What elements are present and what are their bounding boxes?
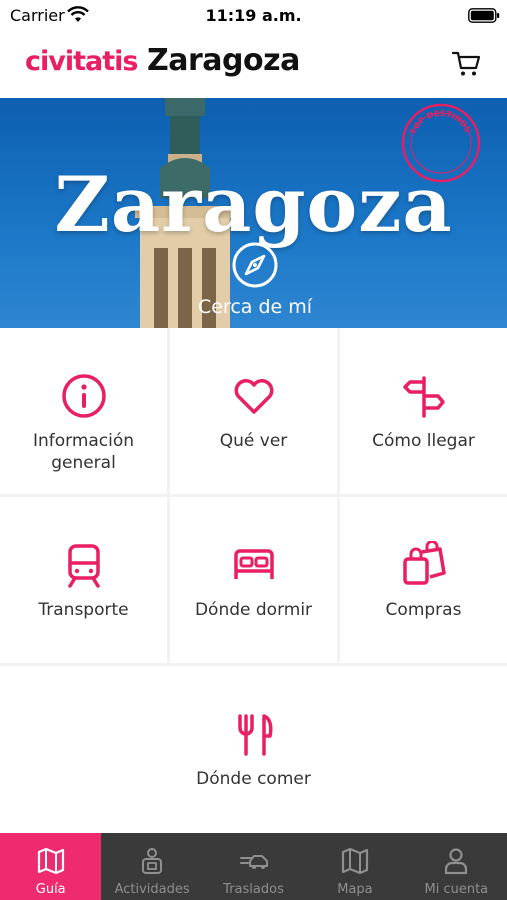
- cutlery-icon: [237, 714, 272, 756]
- tile-donde-dormir[interactable]: Dónde dormir: [170, 497, 337, 663]
- info-icon: [61, 374, 106, 418]
- near-me-label: Cerca de mí: [197, 296, 313, 318]
- signpost-icon: [402, 376, 445, 418]
- hero-banner: Zaragoza TOP DESTINOS Cerca de mí: [0, 98, 507, 328]
- train-icon: [67, 544, 100, 588]
- bed-icon: [233, 549, 274, 579]
- tab-label: Mi cuenta: [424, 882, 489, 897]
- compass-icon: [232, 242, 278, 288]
- top-destinos-badge: TOP DESTINOS: [401, 103, 481, 183]
- tile-label: Transporte: [38, 600, 129, 620]
- transfer-car-icon: [239, 855, 268, 869]
- civitatis-logo[interactable]: civitatis: [25, 46, 138, 77]
- tab-label: Traslados: [223, 882, 284, 897]
- status-bar: Carrier 11:19 a.m.: [0, 0, 507, 32]
- shopping-bags-icon: [402, 541, 446, 585]
- tab-traslados[interactable]: Traslados: [203, 833, 304, 900]
- tile-label: Información general: [32, 431, 135, 473]
- guide-grid: Información general Qué ver Cómo llegar …: [0, 328, 507, 833]
- near-me-button[interactable]: Cerca de mí: [170, 240, 340, 324]
- app-header: civitatis Zaragoza: [0, 32, 507, 98]
- heart-icon: [234, 379, 273, 414]
- shopping-cart-icon[interactable]: [450, 47, 482, 79]
- tile-compras[interactable]: Compras: [340, 497, 507, 663]
- tile-label: Compras: [385, 600, 462, 620]
- status-time: 11:19 a.m.: [205, 6, 302, 25]
- user-icon: [445, 848, 468, 875]
- tile-label: Dónde dormir: [194, 600, 313, 620]
- tab-label: Guía: [35, 882, 66, 897]
- tile-como-llegar[interactable]: Cómo llegar: [340, 328, 507, 494]
- tab-mapa[interactable]: Mapa: [304, 833, 405, 900]
- tile-label: Cómo llegar: [372, 431, 475, 451]
- activities-icon: [142, 848, 163, 874]
- map-guide-icon: [37, 847, 64, 875]
- tab-actividades[interactable]: Actividades: [101, 833, 202, 900]
- tab-guia[interactable]: Guía: [0, 833, 102, 900]
- tile-donde-comer[interactable]: Dónde comer: [0, 666, 507, 833]
- tile-label: Dónde comer: [196, 769, 311, 789]
- tab-mi-cuenta[interactable]: Mi cuenta: [406, 833, 507, 900]
- battery-icon: [468, 8, 500, 23]
- page-title: Zaragoza: [147, 43, 300, 78]
- tab-label: Mapa: [337, 882, 373, 897]
- tile-que-ver[interactable]: Qué ver: [170, 328, 337, 494]
- map-icon: [341, 847, 369, 875]
- bottom-tab-bar: Guía Actividades Traslados Mapa Mi cuent…: [0, 833, 507, 900]
- tab-label: Actividades: [114, 882, 190, 897]
- tile-informacion-general[interactable]: Información general: [0, 328, 167, 494]
- tile-transporte[interactable]: Transporte: [0, 497, 167, 663]
- tile-label: Qué ver: [219, 431, 288, 451]
